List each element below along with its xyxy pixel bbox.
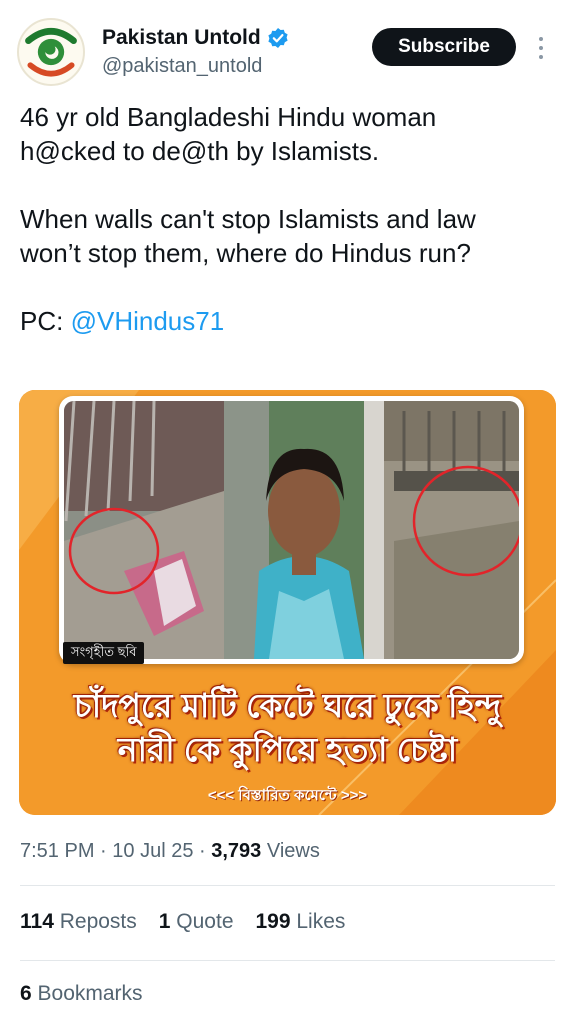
author-avatar[interactable] — [17, 18, 85, 86]
author-handle[interactable]: @pakistan_untold — [102, 55, 262, 78]
reposts-stat[interactable]: 114 Reposts — [20, 910, 137, 934]
photo-credit-label: PC: — [20, 306, 71, 336]
tweet-date[interactable]: 10 Jul 25 — [112, 840, 193, 862]
bookmarks-stat[interactable]: 6 Bookmarks — [20, 982, 143, 1006]
tweet-time[interactable]: 7:51 PM — [20, 840, 94, 862]
tweet-text: 46 yr old Bangladeshi Hindu woman h@cked… — [20, 100, 560, 338]
subscribe-button[interactable]: Subscribe — [372, 28, 516, 66]
tweet-meta: 7:51 PM · 10 Jul 25 · 3,793 Views — [20, 840, 320, 863]
pakistan-untold-logo — [19, 20, 83, 84]
vertical-ellipsis-icon[interactable] — [534, 34, 548, 62]
news-photo-frame — [59, 396, 524, 664]
photo-credit-mention[interactable]: @VHindus71 — [71, 306, 225, 336]
likes-count: 199 — [255, 910, 291, 933]
reposts-label: Reposts — [53, 910, 137, 933]
tweet-line: When walls can't stop Islamists and law — [20, 204, 476, 234]
photo-credit: PC: @VHindus71 — [20, 304, 560, 338]
verified-badge-icon — [267, 27, 289, 49]
tweet-header: Pakistan Untold @pakistan_untold Subscri… — [0, 0, 574, 90]
meta-separator: · — [94, 840, 113, 862]
divider — [20, 885, 555, 886]
tweet-line: h@cked to de@th by Islamists. — [20, 136, 380, 166]
quotes-label: Quote — [170, 910, 234, 933]
likes-stat[interactable]: 199 Likes — [256, 910, 346, 934]
media-headline-line1: চাঁদপুরে মাটি কেটে ঘরে ঢুকে হিন্দু — [73, 687, 502, 724]
tweet-media-image[interactable]: সংগৃহীত ছবি চাঁদপুরে মাটি কেটে ঘরে ঢুকে … — [19, 390, 556, 815]
news-photo — [64, 401, 519, 659]
media-details-in-comments: <<< বিস্তারিত কমেন্টে >>> — [207, 787, 368, 804]
photo-caption-tag: সংগৃহীত ছবি — [63, 642, 145, 664]
divider — [20, 960, 555, 961]
tweet-line: won’t stop them, where do Hindus run? — [20, 238, 471, 268]
tweet-line: 46 yr old Bangladeshi Hindu woman — [20, 102, 437, 132]
author-name-row: Pakistan Untold — [102, 26, 289, 50]
bookmarks-label: Bookmarks — [31, 982, 143, 1005]
meta-separator: · — [193, 840, 212, 862]
author-display-name[interactable]: Pakistan Untold — [102, 26, 261, 50]
reposts-count: 114 — [20, 910, 54, 933]
quotes-stat[interactable]: 1 Quote — [159, 910, 234, 934]
views-count: 3,793 — [211, 840, 262, 862]
likes-label: Likes — [290, 910, 346, 933]
engagement-stats: 114 Reposts 1 Quote 199 Likes — [20, 910, 345, 934]
bookmarks-count: 6 — [20, 982, 32, 1005]
views-label: Views — [261, 840, 320, 862]
media-headline-line2: নারী কে কুপিয়ে হত্যা চেষ্টা — [117, 731, 458, 768]
quotes-count: 1 — [158, 910, 171, 933]
